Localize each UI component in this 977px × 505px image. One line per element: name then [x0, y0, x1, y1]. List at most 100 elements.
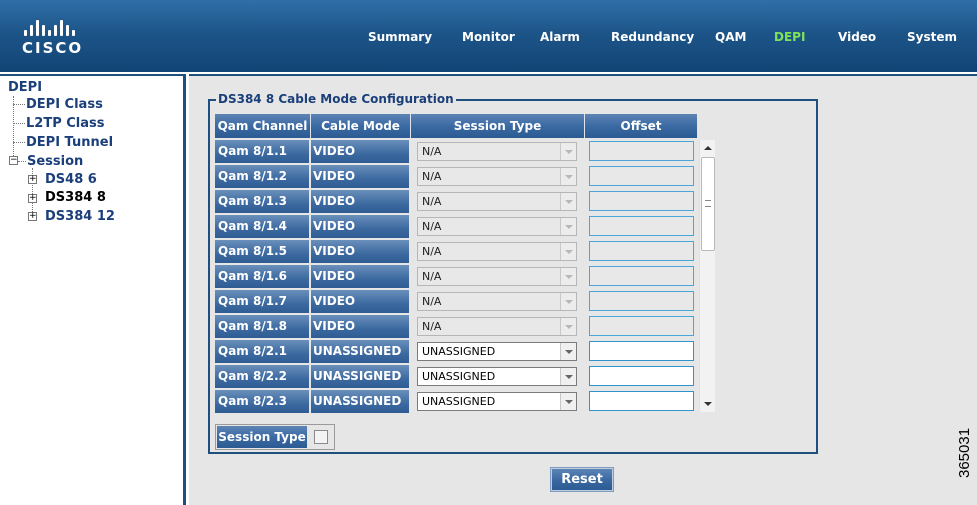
tree-depi-tunnel[interactable]: DEPI Tunnel [26, 135, 113, 150]
cable-mode-cell: VIDEO [311, 240, 409, 263]
session-type-select[interactable]: N/A [417, 167, 577, 186]
session-type-checkbox[interactable] [314, 430, 328, 444]
cable-mode-cell: VIDEO [311, 265, 409, 288]
table-scrollbar[interactable] [699, 140, 715, 412]
session-type-value: UNASSIGNED [422, 345, 496, 358]
main-content: DS384 8 Cable Mode Configuration Qam Cha… [189, 74, 977, 505]
nav-system[interactable]: System [907, 30, 957, 44]
tree-line [13, 104, 25, 105]
col-header-offset: Offset [585, 114, 698, 138]
nav-video[interactable]: Video [838, 30, 876, 44]
expand-icon[interactable]: + [28, 175, 37, 184]
collapse-icon[interactable]: − [9, 156, 18, 165]
offset-input[interactable] [589, 141, 694, 161]
sidebar: DEPI DEPI Class L2TP Class DEPI Tunnel −… [0, 74, 186, 505]
main-top-border [189, 74, 977, 76]
offset-input[interactable] [589, 316, 694, 336]
tree-l2tp-class[interactable]: L2TP Class [26, 116, 105, 131]
session-type-value: N/A [422, 220, 442, 233]
qam-channel-cell: Qam 8/1.4 [215, 215, 309, 238]
expand-icon[interactable]: + [28, 212, 37, 221]
session-type-value: N/A [422, 320, 442, 333]
qam-channel-cell: Qam 8/1.2 [215, 165, 309, 188]
qam-channel-cell: Qam 8/1.5 [215, 240, 309, 263]
cable-mode-cell: VIDEO [311, 315, 409, 338]
tree-line [13, 96, 14, 162]
offset-input[interactable] [589, 366, 694, 386]
app-header: CISCO Summary Monitor Alarm Redundancy Q… [0, 0, 977, 72]
qam-channel-cell: Qam 8/1.7 [215, 290, 309, 313]
session-type-toggle: Session Type [215, 424, 335, 450]
config-title: DS384 8 Cable Mode Configuration [216, 92, 456, 106]
tree-session[interactable]: Session [27, 154, 83, 169]
session-type-select[interactable]: N/A [417, 217, 577, 236]
chevron-down-icon[interactable] [560, 343, 576, 360]
tree-line [18, 161, 26, 162]
chevron-down-icon[interactable] [560, 368, 576, 385]
offset-input[interactable] [589, 391, 694, 411]
offset-input[interactable] [589, 166, 694, 186]
tree-line [13, 142, 25, 143]
nav-monitor[interactable]: Monitor [462, 30, 515, 44]
chevron-down-icon[interactable] [560, 193, 576, 210]
qam-channel-cell: Qam 8/2.3 [215, 390, 309, 413]
session-type-value: N/A [422, 170, 442, 183]
nav-summary[interactable]: Summary [368, 30, 432, 44]
col-header-cable-mode: Cable Mode [311, 114, 411, 138]
tree-depi-class[interactable]: DEPI Class [26, 97, 103, 112]
offset-input[interactable] [589, 341, 694, 361]
session-type-value: N/A [422, 270, 442, 283]
chevron-down-icon[interactable] [560, 293, 576, 310]
tree-ds48-6[interactable]: DS48 6 [45, 172, 97, 187]
chevron-down-icon[interactable] [560, 268, 576, 285]
session-type-select[interactable]: N/A [417, 292, 577, 311]
scroll-thumb[interactable] [701, 157, 715, 251]
offset-input[interactable] [589, 291, 694, 311]
chevron-down-icon[interactable] [560, 318, 576, 335]
session-type-select[interactable]: N/A [417, 242, 577, 261]
scroll-up-icon[interactable] [700, 140, 716, 156]
session-type-value: N/A [422, 195, 442, 208]
nav-qam[interactable]: QAM [715, 30, 746, 44]
cable-mode-cell: VIDEO [311, 140, 409, 163]
session-type-value: N/A [422, 295, 442, 308]
nav-depi[interactable]: DEPI [774, 30, 805, 44]
cable-mode-cell: VIDEO [311, 165, 409, 188]
offset-input[interactable] [589, 241, 694, 261]
session-type-value: UNASSIGNED [422, 395, 496, 408]
session-type-select[interactable]: N/A [417, 192, 577, 211]
tree-root-depi[interactable]: DEPI [8, 80, 42, 95]
chevron-down-icon[interactable] [560, 143, 576, 160]
offset-input[interactable] [589, 216, 694, 236]
chevron-down-icon[interactable] [560, 243, 576, 260]
chevron-down-icon[interactable] [560, 393, 576, 410]
nav-redundancy[interactable]: Redundancy [611, 30, 694, 44]
session-type-value: UNASSIGNED [422, 370, 496, 383]
cable-mode-cell: UNASSIGNED [311, 340, 409, 363]
expand-icon[interactable]: + [28, 194, 37, 203]
session-type-select[interactable]: UNASSIGNED [417, 392, 577, 411]
session-type-select[interactable]: N/A [417, 142, 577, 161]
reset-button[interactable]: Reset [551, 468, 613, 491]
nav-alarm[interactable]: Alarm [540, 30, 580, 44]
tree-ds384-12[interactable]: DS384 12 [45, 209, 115, 224]
top-nav: Summary Monitor Alarm Redundancy QAM DEP… [0, 0, 977, 72]
offset-input[interactable] [589, 266, 694, 286]
session-type-select[interactable]: UNASSIGNED [417, 367, 577, 386]
qam-channel-cell: Qam 8/1.6 [215, 265, 309, 288]
qam-channel-cell: Qam 8/2.1 [215, 340, 309, 363]
session-type-select[interactable]: N/A [417, 317, 577, 336]
session-type-label: Session Type [217, 426, 307, 448]
offset-input[interactable] [589, 191, 694, 211]
session-type-select[interactable]: UNASSIGNED [417, 342, 577, 361]
scroll-down-icon[interactable] [700, 396, 716, 412]
chevron-down-icon[interactable] [560, 168, 576, 185]
session-type-select[interactable]: N/A [417, 267, 577, 286]
chevron-down-icon[interactable] [560, 218, 576, 235]
qam-channel-cell: Qam 8/1.3 [215, 190, 309, 213]
cable-mode-cell: UNASSIGNED [311, 390, 409, 413]
tree-ds384-8[interactable]: DS384 8 [45, 190, 106, 205]
figure-id: 365031 [956, 428, 973, 478]
col-header-session-type: Session Type [411, 114, 585, 138]
qam-channel-cell: Qam 8/1.1 [215, 140, 309, 163]
